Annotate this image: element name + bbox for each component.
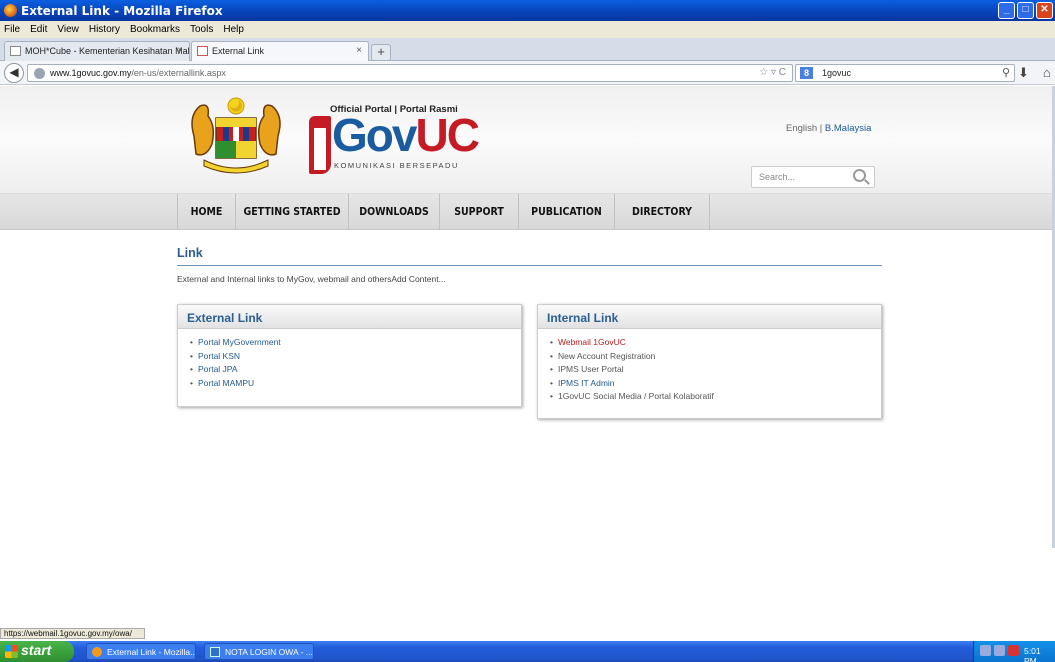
menu-history[interactable]: History (89, 24, 120, 35)
site-header: Official Portal | Portal Rasmi GovUC KOM… (0, 86, 1055, 194)
search-value: 1govuc (822, 68, 852, 78)
internal-link-list: Webmail 1GovUC New Account Registration … (538, 329, 881, 414)
dropdown-arrow-icon[interactable]: ▿ (771, 67, 776, 78)
task-label: External Link - Mozilla... (107, 647, 196, 657)
link-portal-jpa[interactable]: Portal JPA (190, 363, 521, 377)
url-domain: www.1govuc.gov.my (50, 68, 132, 78)
link-portal-ksn[interactable]: Portal KSN (190, 350, 521, 364)
page-icon (197, 46, 208, 56)
nav-directory[interactable]: DIRECTORY (615, 194, 710, 230)
search-engine-icon[interactable]: 8 (800, 67, 813, 79)
url-path: /en-us/externallink.aspx (131, 68, 226, 78)
search-icon[interactable]: ⚲ (1002, 66, 1010, 79)
download-icon[interactable]: ⬇ (1018, 65, 1029, 81)
tab-external-link[interactable]: External Link × (191, 41, 369, 61)
nav-home[interactable]: HOME (178, 194, 236, 230)
alert-icon[interactable] (1008, 645, 1019, 656)
1govuc-logo[interactable]: Official Portal | Portal Rasmi GovUC KOM… (309, 100, 480, 180)
menu-view[interactable]: View (57, 24, 79, 35)
language-switcher: English | B.Malaysia (786, 123, 871, 134)
window-titlebar: External Link - Mozilla Firefox _ □ ✕ (0, 0, 1055, 21)
site-search-placeholder: Search... (759, 172, 796, 182)
menu-edit[interactable]: Edit (30, 24, 47, 35)
tab-label: MOH*Cube - Kementerian Kesihatan Mal... (25, 46, 190, 56)
menu-file[interactable]: File (4, 24, 20, 35)
page-viewport: Official Portal | Portal Rasmi GovUC KOM… (0, 86, 1055, 628)
nav-icons: ⬇ ⌂ (1018, 65, 1051, 81)
taskbar-firefox[interactable]: External Link - Mozilla... (86, 643, 196, 660)
reload-icon[interactable]: C (779, 67, 786, 78)
new-tab-button[interactable]: + (371, 44, 391, 61)
logo-one-mark (309, 116, 331, 174)
start-label: start (21, 642, 52, 658)
link-new-account[interactable]: New Account Registration (550, 350, 881, 364)
url-bar[interactable]: www.1govuc.gov.my/en-us/externallink.asp… (27, 64, 793, 82)
menu-bookmarks[interactable]: Bookmarks (130, 24, 180, 35)
site-search-input[interactable]: Search... (751, 166, 875, 188)
internal-link-title: Internal Link (538, 305, 881, 329)
bookmark-star-icon[interactable]: ☆ (759, 67, 768, 78)
firefox-icon (92, 647, 102, 657)
nav-downloads[interactable]: DOWNLOADS (349, 194, 440, 230)
tab-mohcube[interactable]: MOH*Cube - Kementerian Kesihatan Mal... … (4, 41, 190, 61)
logo-gov-text: Gov (332, 109, 417, 161)
external-link-title: External Link (178, 305, 521, 329)
coat-of-arms-logo (191, 97, 281, 174)
menu-tools[interactable]: Tools (190, 24, 213, 35)
window-controls: _ □ ✕ (998, 2, 1053, 19)
tab-bar: MOH*Cube - Kementerian Kesihatan Mal... … (0, 38, 1055, 61)
system-tray: 5:01 PM (973, 641, 1055, 662)
firefox-icon (4, 4, 17, 17)
windows-flag-icon (5, 645, 18, 658)
link-ipms-it-admin[interactable]: IPMS IT Admin (550, 377, 881, 391)
document-icon (210, 647, 220, 657)
globe-icon (34, 68, 45, 79)
taskbar-nota-login[interactable]: NOTA LOGIN OWA - ... (204, 643, 314, 660)
page-title: Link (177, 246, 882, 266)
link-ipms-user-portal[interactable]: IPMS User Portal (550, 363, 881, 377)
link-webmail[interactable]: Webmail 1GovUC (550, 336, 881, 350)
url-controls: ☆ ▿ C (759, 67, 786, 78)
nav-bar: ◀ www.1govuc.gov.my/en-us/externallink.a… (0, 61, 1055, 85)
tab-label: External Link (212, 46, 265, 56)
window-title: External Link - Mozilla Firefox (21, 3, 223, 18)
lang-separator: | (817, 123, 825, 134)
link-social-media[interactable]: 1GovUC Social Media / Portal Kolaboratif (550, 390, 881, 404)
start-button[interactable]: start (0, 641, 74, 662)
external-link-list: Portal MyGovernment Portal KSN Portal JP… (178, 329, 521, 400)
lang-bm-link[interactable]: B.Malaysia (825, 123, 871, 134)
volume-icon[interactable] (994, 645, 1005, 656)
page-icon (10, 46, 21, 56)
nav-getting-started[interactable]: GETTING STARTED (236, 194, 349, 230)
main-nav: HOME GETTING STARTED DOWNLOADS SUPPORT P… (0, 194, 1055, 230)
page-description: External and Internal links to MyGov, we… (177, 274, 446, 284)
close-tab-icon[interactable]: × (356, 45, 362, 56)
nav-publication[interactable]: PUBLICATION (519, 194, 615, 230)
clock: 5:01 PM (1024, 646, 1041, 662)
link-portal-mygovernment[interactable]: Portal MyGovernment (190, 336, 521, 350)
windows-taskbar: start External Link - Mozilla... NOTA LO… (0, 641, 1055, 662)
back-button[interactable]: ◀ (4, 63, 24, 83)
link-portal-mampu[interactable]: Portal MAMPU (190, 377, 521, 391)
minimize-button[interactable]: _ (998, 2, 1015, 19)
menu-bar: File Edit View History Bookmarks Tools H… (0, 21, 1055, 38)
status-bar: https://webmail.1govuc.gov.my/owa/ (0, 628, 145, 639)
menu-help[interactable]: Help (223, 24, 244, 35)
logo-uc-text: UC (415, 109, 479, 161)
external-link-box: External Link Portal MyGovernment Portal… (177, 304, 522, 407)
home-icon[interactable]: ⌂ (1043, 65, 1051, 81)
lang-english-link[interactable]: English (786, 123, 817, 134)
network-icon[interactable] (980, 645, 991, 656)
logo-wordmark: GovUC (332, 109, 480, 161)
close-button[interactable]: ✕ (1036, 2, 1053, 19)
search-icon[interactable] (853, 169, 866, 182)
logo-subtitle: KOMUNIKASI BERSEPADU (334, 161, 459, 170)
task-label: NOTA LOGIN OWA - ... (225, 647, 313, 657)
maximize-button[interactable]: □ (1017, 2, 1034, 19)
nav-support[interactable]: SUPPORT (440, 194, 519, 230)
internal-link-box: Internal Link Webmail 1GovUC New Account… (537, 304, 882, 419)
page-content: Link External and Internal links to MyGo… (177, 246, 882, 284)
search-bar[interactable]: 8 1govuc ⚲ (795, 64, 1015, 82)
close-tab-icon[interactable]: × (177, 45, 183, 56)
